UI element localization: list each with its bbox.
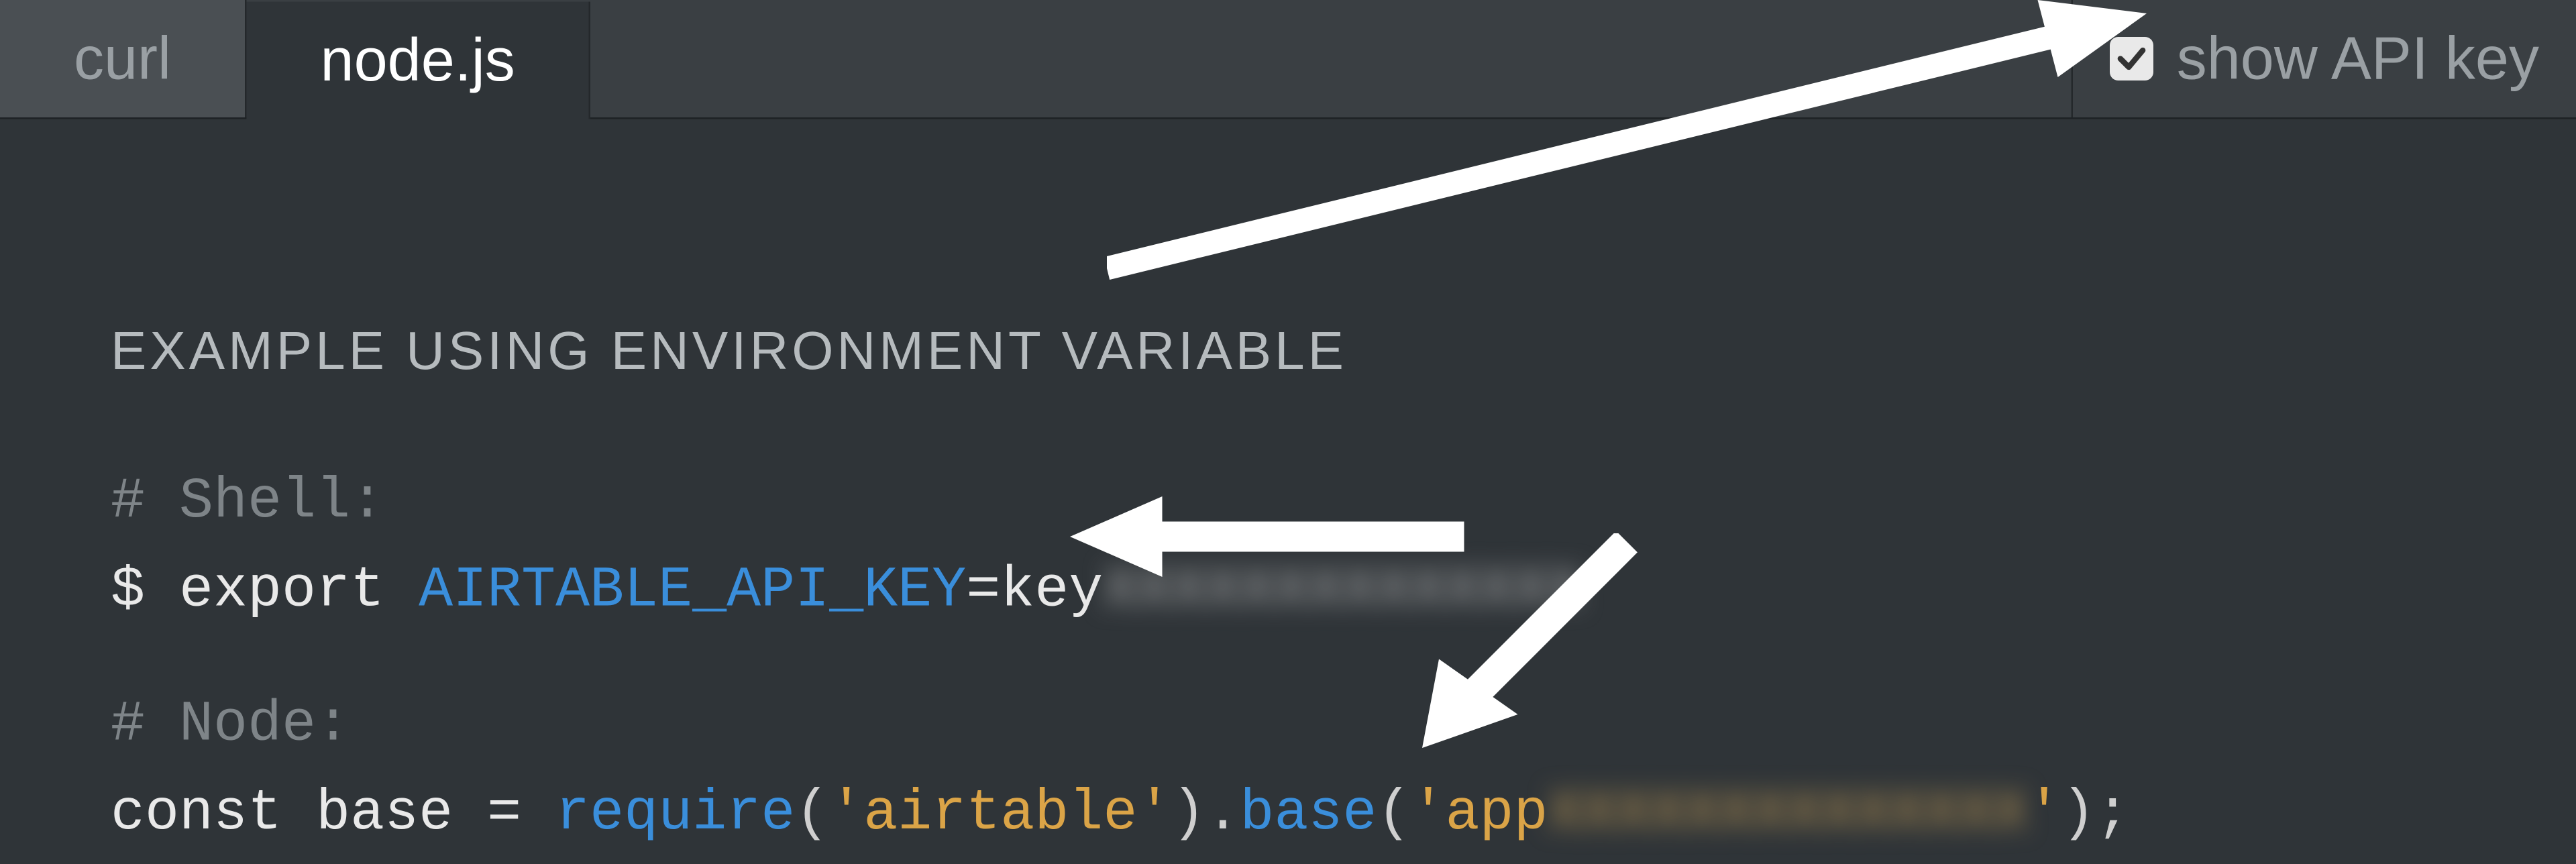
tab-bar-fill bbox=[590, 0, 2071, 117]
code-text: $ bbox=[111, 559, 179, 623]
code-text: key bbox=[1000, 559, 1103, 623]
code-string: 'airtable' bbox=[829, 784, 1171, 847]
code-keyword: const bbox=[111, 784, 282, 847]
tab-label: node.js bbox=[321, 25, 515, 96]
code-func: base bbox=[1240, 784, 1377, 847]
redacted-app-id: XXXXXXXXXXXXXX bbox=[1548, 771, 2027, 860]
code-text: base bbox=[282, 784, 487, 847]
code-text bbox=[521, 784, 555, 847]
code-text: export bbox=[179, 559, 419, 623]
code-comment: # Node: bbox=[111, 695, 350, 759]
code-punct: ); bbox=[2061, 784, 2130, 847]
example-heading: EXAMPLE USING ENVIRONMENT VARIABLE bbox=[111, 321, 2576, 383]
code-punct: ( bbox=[1377, 784, 1411, 847]
code-env-var: AIRTABLE_API_KEY bbox=[419, 559, 966, 623]
code-punct: ( bbox=[795, 784, 829, 847]
tab-nodejs[interactable]: node.js bbox=[247, 2, 591, 119]
code-text: = bbox=[966, 559, 1000, 623]
code-comment: # Shell: bbox=[111, 472, 384, 535]
tab-bar: curl node.js show API key bbox=[0, 0, 2576, 119]
redacted-api-key: XXXXXXXXXXXXXX bbox=[1103, 548, 1582, 637]
code-func: require bbox=[555, 784, 795, 847]
tab-label: curl bbox=[74, 23, 171, 94]
show-api-key-label: show API key bbox=[2177, 23, 2539, 94]
code-punct: ). bbox=[1171, 784, 1240, 847]
code-string: 'app bbox=[1411, 784, 1548, 847]
show-api-key-toggle[interactable]: show API key bbox=[2071, 0, 2576, 117]
code-panel: EXAMPLE USING ENVIRONMENT VARIABLE # She… bbox=[0, 119, 2576, 860]
code-text: = bbox=[487, 784, 521, 847]
checkbox-icon bbox=[2110, 37, 2153, 80]
code-block: # Shell: $ export AIRTABLE_API_KEY=keyXX… bbox=[111, 460, 2576, 860]
code-string: ' bbox=[2027, 784, 2061, 847]
tab-curl[interactable]: curl bbox=[0, 0, 247, 117]
